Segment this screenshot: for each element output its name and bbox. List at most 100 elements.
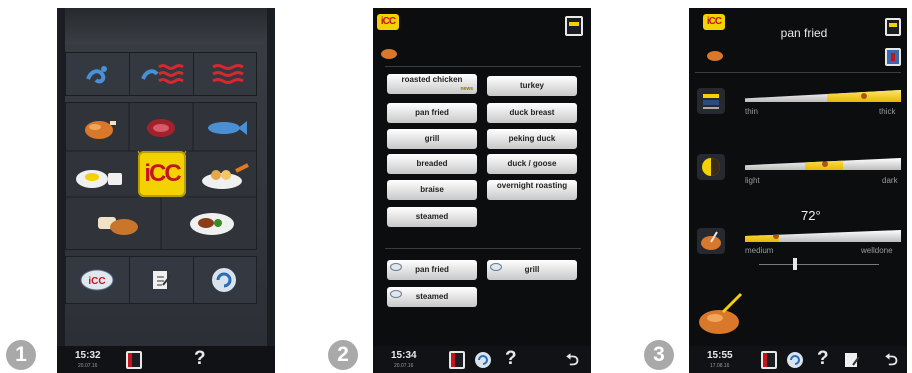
tray-info-icon[interactable]	[885, 48, 901, 66]
icc-logo[interactable]: iCC	[138, 151, 186, 197]
recent-pan-fried[interactable]: pan fried	[387, 260, 477, 280]
program-breaded[interactable]: breaded	[387, 154, 477, 174]
browning-slider[interactable]	[745, 158, 901, 170]
dry-heat-icon	[212, 64, 244, 84]
egg-dish-icon	[76, 170, 122, 188]
combi-mode-button[interactable]	[129, 53, 194, 95]
temperature-fine-slider-track[interactable]	[759, 264, 879, 265]
poultry-category-icon	[381, 49, 397, 59]
icc-cockpit-icon: iCC	[80, 269, 114, 291]
start-cooking-chicken-icon[interactable]	[693, 288, 749, 340]
fish-button[interactable]	[206, 115, 248, 141]
clock-time: 15:32	[75, 350, 101, 361]
recent-label: pan fried	[415, 265, 449, 274]
divider	[385, 66, 581, 67]
icc-cockpit-button[interactable]: iCC	[66, 257, 130, 303]
divider	[385, 248, 581, 249]
thickness-max-label: thick	[879, 107, 896, 116]
program-duck-breast[interactable]: duck breast	[487, 103, 577, 123]
help-button[interactable]: ?	[817, 348, 829, 370]
status-bar: 15:32 20.07.16 ?	[57, 346, 275, 373]
program-roasted-chicken[interactable]: roasted chicken news	[387, 74, 477, 94]
program-turkey[interactable]: turkey	[487, 76, 577, 96]
clock-date: 20.07.16	[394, 363, 414, 369]
poultry-category-icon	[707, 51, 723, 61]
browning-handle[interactable]	[822, 161, 828, 167]
svg-text:iCC: iCC	[88, 276, 105, 287]
status-bar: 15:34 20.07.16 ? ⮌	[373, 346, 591, 373]
doneness-min-label: medium	[745, 246, 774, 255]
cabinet-status-icon[interactable]	[885, 18, 901, 36]
program-pan-fried[interactable]: pan fried	[387, 103, 477, 123]
side-dishes-button[interactable]	[200, 161, 250, 191]
function-buttons-row: iCC	[65, 256, 257, 304]
finishing-button[interactable]	[188, 209, 236, 237]
clock-date: 20.07.16	[78, 363, 98, 369]
thickness-handle[interactable]	[861, 93, 867, 99]
core-temp-chicken-icon	[701, 231, 721, 250]
fish-icon	[208, 121, 247, 135]
icc-process-icon	[390, 263, 402, 271]
screen-main-menu: iCC iCC 15:32 20.07.16 ?	[57, 8, 275, 373]
roast-chicken-icon	[85, 121, 116, 139]
program-overnight-roasting[interactable]: overnight roasting	[487, 180, 577, 200]
divider	[695, 72, 901, 73]
temperature-fine-slider-handle[interactable]	[793, 258, 797, 270]
browning-level-icon	[702, 158, 720, 176]
step-badge-1: 1	[6, 340, 36, 370]
cabinet-status-icon[interactable]	[126, 351, 142, 369]
help-button[interactable]: ?	[194, 348, 206, 370]
program-duck-goose[interactable]: duck / goose	[487, 154, 577, 174]
steak-icon	[147, 119, 175, 137]
doneness-handle[interactable]	[773, 233, 779, 239]
program-steamed[interactable]: steamed	[387, 207, 477, 227]
core-temperature-value: 72°	[801, 208, 821, 223]
bread-icon	[98, 217, 138, 235]
cleaning-cycle-icon[interactable]	[473, 350, 493, 370]
food-thickness-icon	[703, 94, 719, 109]
program-braise[interactable]: braise	[387, 180, 477, 200]
icc-logo-small[interactable]: iCC	[377, 14, 399, 30]
cabinet-status-icon[interactable]	[449, 351, 465, 369]
doneness-setting-button[interactable]	[697, 228, 725, 254]
steam-mode-button[interactable]	[66, 53, 130, 95]
clock-time: 15:55	[707, 350, 733, 361]
food-category-panel: iCC	[65, 102, 257, 250]
recent-steamed[interactable]: steamed	[387, 287, 477, 307]
back-arrow-icon[interactable]: ⮌	[885, 349, 898, 373]
screen-poultry-list: iCC roasted chicken news pan fried grill…	[373, 8, 591, 373]
program-peking-duck[interactable]: peking duck	[487, 129, 577, 149]
program-label: roasted chicken	[401, 75, 463, 84]
icc-logo-small[interactable]: iCC	[703, 14, 725, 30]
status-bar: 15:55 17.08.16 ? ⮌	[689, 346, 907, 373]
news-badge: news	[460, 86, 473, 92]
recent-label: grill	[524, 265, 540, 274]
browning-setting-button[interactable]	[697, 154, 725, 180]
recent-grill[interactable]: grill	[487, 260, 577, 280]
cabinet-status-icon[interactable]	[565, 16, 583, 36]
cleaning-cycle-icon[interactable]	[785, 350, 805, 370]
screen-program-settings: iCC pan fried thin thick light dark 72° …	[689, 8, 907, 373]
edit-notepad-icon[interactable]	[843, 351, 861, 369]
thickness-slider[interactable]	[745, 90, 901, 102]
edit-notepad-icon	[153, 271, 172, 289]
recent-label: steamed	[415, 292, 449, 301]
bakery-button[interactable]	[96, 209, 140, 237]
step-badge-3: 3	[644, 340, 674, 370]
program-grill[interactable]: grill	[387, 129, 477, 149]
heat-mode-button[interactable]	[193, 53, 256, 95]
meat-button[interactable]	[142, 115, 180, 141]
poultry-button[interactable]	[80, 115, 118, 141]
program-title: pan fried	[780, 26, 828, 40]
back-arrow-icon[interactable]: ⮌	[566, 349, 579, 373]
programming-button[interactable]	[129, 257, 194, 303]
care-control-button[interactable]	[193, 257, 256, 303]
thickness-setting-button[interactable]	[697, 88, 725, 114]
browning-min-label: light	[745, 176, 760, 185]
cabinet-status-icon[interactable]	[761, 351, 777, 369]
step-badge-2: 2	[328, 340, 358, 370]
help-button[interactable]: ?	[505, 348, 517, 370]
doneness-slider[interactable]	[745, 230, 901, 242]
egg-dishes-button[interactable]	[74, 161, 126, 191]
doneness-max-label: welldone	[861, 246, 893, 255]
